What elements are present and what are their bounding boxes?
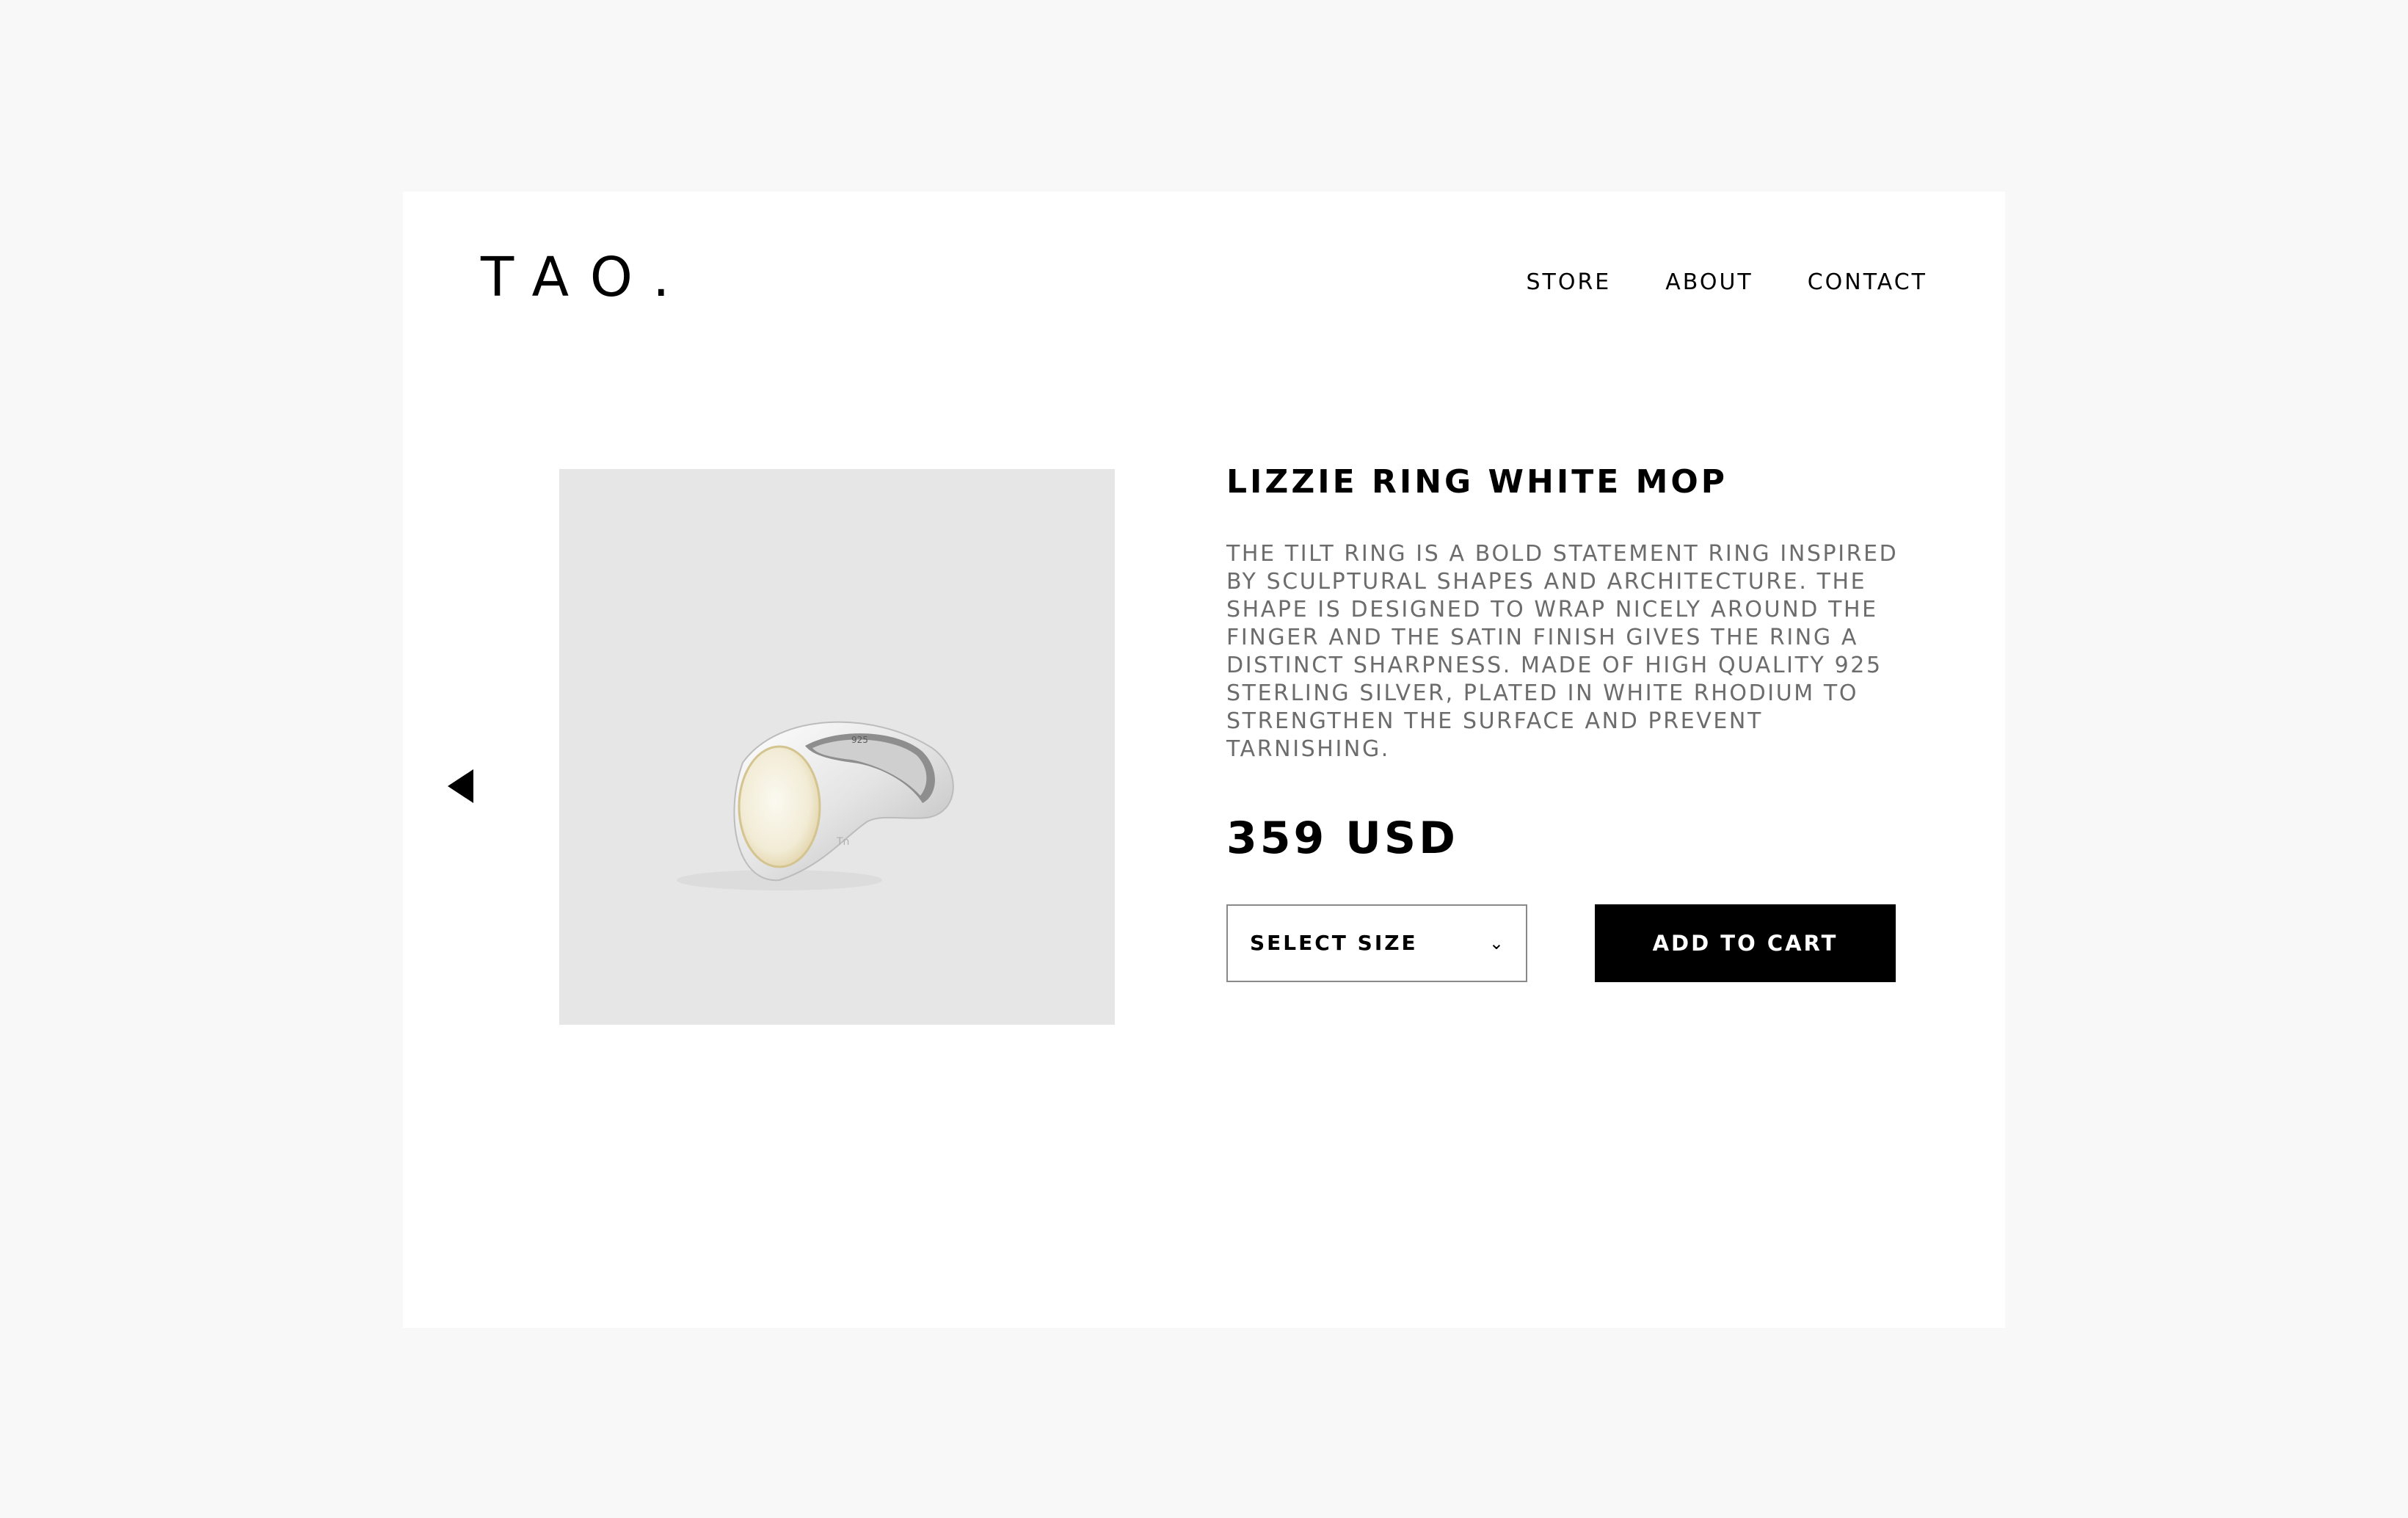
nav-item-store[interactable]: STORE (1526, 269, 1611, 295)
brand-logo[interactable]: TAO. (481, 250, 692, 305)
product-title: LIZZIE RING WHITE MOP (1226, 463, 1728, 501)
ring-illustration: 925 Tn (677, 721, 954, 890)
main-nav: STORE ABOUT CONTACT (1526, 269, 1927, 295)
product-description: THE TILT RING IS A BOLD STATEMENT RING I… (1226, 540, 1899, 762)
previous-image-icon[interactable] (448, 769, 473, 803)
product-price: 359 USD (1226, 812, 1458, 864)
nav-item-contact[interactable]: CONTACT (1808, 269, 1927, 295)
add-to-cart-button[interactable]: ADD TO CART (1595, 904, 1896, 982)
product-image: 925 Tn (559, 469, 1115, 1025)
nav-item-about[interactable]: ABOUT (1665, 269, 1753, 295)
size-select-label: SELECT SIZE (1250, 931, 1418, 956)
ring-stamp: 925 (851, 735, 868, 745)
size-select[interactable]: SELECT SIZE ⌄ (1226, 904, 1527, 982)
product-card: TAO. STORE ABOUT CONTACT 925 Tn LIZZIE R… (403, 192, 2005, 1328)
purchase-actions: SELECT SIZE ⌄ ADD TO CART (1226, 904, 1931, 982)
chevron-down-icon: ⌄ (1488, 932, 1504, 954)
svg-text:Tn: Tn (836, 836, 849, 848)
product-info: LIZZIE RING WHITE MOP THE TILT RING IS A… (1226, 463, 1931, 982)
